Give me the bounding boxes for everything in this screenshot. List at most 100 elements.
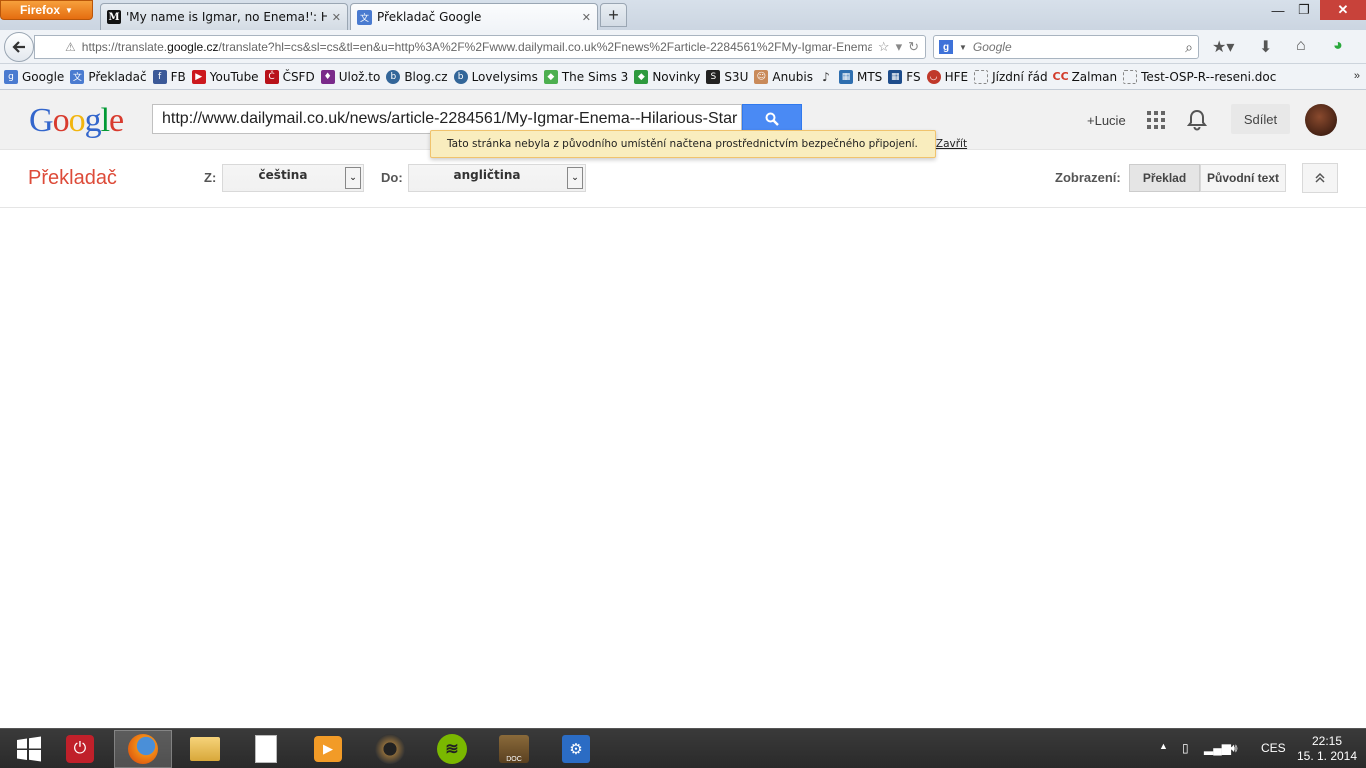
bookmark-test-doc[interactable]: Test-OSP-R--reseni.doc [1123,69,1276,84]
bookmarks-menu-icon[interactable]: ★▾ [1212,37,1234,57]
url-bar[interactable]: ⚠ https://translate.google.cz/translate?… [34,35,926,59]
search-input[interactable] [972,40,1180,54]
from-language-select[interactable]: čeština ⌄ [222,164,364,192]
bookmark-ulozto[interactable]: ♦ Ulož.to [320,69,380,84]
tab-title: 'My name is Igmar, no Enema!': Hilari... [126,10,327,24]
shutdown-app[interactable]: ⏻ [51,730,109,768]
to-language-value: angličtina [453,168,521,182]
tab-dailymail[interactable]: M 'My name is Igmar, no Enema!': Hilari.… [100,3,348,30]
product-title[interactable]: Překladač [28,167,117,190]
spotify-icon: ≋ [437,734,467,764]
from-language-value: čeština [258,168,308,182]
minimize-icon[interactable]: — [1268,0,1288,20]
bookmark-lovelysims[interactable]: b Lovelysims [453,69,538,84]
avatar[interactable] [1305,104,1337,136]
url-text[interactable]: https://translate.google.cz/translate?hl… [82,40,872,54]
bookmark-jizdni-rad[interactable]: Jízdní řád [974,69,1048,84]
search-bar[interactable]: g ▼ ⌕ [933,35,1199,59]
explorer-app[interactable] [176,730,234,768]
document-icon [255,735,277,763]
bookmark-novinky[interactable]: ◆ Novinky [634,69,700,84]
bookmark-mts[interactable]: ▦ MTS [838,69,882,84]
show-hidden-icons-icon[interactable]: ▲ [1159,741,1168,751]
bookmark-music[interactable]: ♪ [819,70,833,84]
chevron-down-icon[interactable]: ⌄ [345,167,361,189]
translated-page-frame[interactable] [0,209,1366,728]
chevron-down-icon[interactable]: ⌄ [567,167,583,189]
tab-title: Překladač Google [377,10,482,24]
bookmark-google[interactable]: g Google [4,69,64,84]
more-bookmarks-icon[interactable]: » [1354,70,1360,82]
bookmark-blog[interactable]: b Blog.cz [386,69,448,84]
speaker-app[interactable] [361,730,419,768]
windows-logo-icon [17,736,41,762]
bookmark-hfe[interactable]: ◡ HFE [926,69,968,84]
bookmark-zalman[interactable]: CC Zalman [1052,70,1118,84]
network-signal-icon[interactable]: ▂▄▆ [1204,741,1231,755]
collapse-button[interactable] [1302,163,1338,193]
google-icon[interactable]: g [939,40,953,54]
bookmark-csfd[interactable]: Č ČSFD [264,69,315,84]
document-app[interactable] [237,730,295,768]
reload-icon[interactable]: ↻ [908,39,919,55]
from-label: Z: [204,170,217,185]
lovelysims-icon: b [453,69,468,84]
addon-icon[interactable]: ◕ [1333,37,1343,55]
bookmark-sims3[interactable]: ◆ The Sims 3 [543,69,628,84]
spotify-app[interactable]: ≋ [423,730,481,768]
tab-google-translate[interactable]: 文 Překladač Google ✕ [350,3,598,30]
firefox-icon [128,734,158,764]
firefox-app[interactable] [114,730,172,768]
google-logo[interactable]: Google [29,102,124,140]
bookmark-fb[interactable]: f FB [152,69,186,84]
bookmark-fs[interactable]: ▦ FS [888,69,921,84]
firefox-menu-button[interactable]: Firefox ▼ [0,0,93,20]
warning-triangle-icon[interactable]: ⚠ [65,40,76,54]
history-dropdown-icon[interactable]: ▾ [896,39,903,55]
new-tab-button[interactable]: + [600,3,627,27]
bookmark-anubis[interactable]: ☺ Anubis [754,69,813,84]
system-clock[interactable]: 22:15 15. 1. 2014 [1296,734,1358,764]
view-original-button[interactable]: Původní text [1200,164,1286,192]
to-language-select[interactable]: angličtina ⌄ [408,164,586,192]
translate-toolbar: Překladač Z: čeština ⌄ Do: angličtina ⌄ … [0,150,1366,208]
firefox-menu-label: Firefox [20,3,61,17]
settings-app[interactable]: ⚙ [547,730,605,768]
window-close-button[interactable]: ✕ [1320,0,1366,20]
chevron-up-double-icon [1315,172,1325,183]
cc-icon: CC [1052,70,1069,83]
notice-close-link[interactable]: Zavřít [936,138,967,150]
google-icon: g [4,69,18,84]
chevron-down-icon[interactable]: ▼ [959,43,967,52]
page-icon [974,69,989,84]
play-icon: ▶ [314,736,342,762]
share-button[interactable]: Sdílet [1231,104,1290,134]
media-player-app[interactable]: ▶ [299,730,357,768]
doc-app[interactable]: DOC [485,730,543,768]
notifications-bell-icon[interactable] [1186,109,1208,134]
bookmark-s3u[interactable]: S S3U [706,69,748,84]
downloads-icon[interactable]: ⬇ [1259,37,1272,57]
back-arrow-icon [12,41,25,53]
bookmark-prekladac[interactable]: 文 Překladač [70,69,147,84]
navigation-toolbar: ⚠ https://translate.google.cz/translate?… [0,30,1366,64]
start-button[interactable] [0,730,58,768]
device-icon[interactable]: ▯ [1182,741,1189,755]
youtube-icon: ▶ [191,69,206,84]
close-icon[interactable]: ✕ [332,11,341,24]
plumbob-icon: ◆ [543,69,558,84]
volume-icon[interactable]: 🔊︎ [1230,741,1238,756]
bookmark-star-icon[interactable]: ☆ [878,39,890,55]
insecure-load-notice: Tato stránka nebyla z původního umístění… [430,130,967,158]
view-translation-button[interactable]: Překlad [1129,164,1200,192]
restore-icon[interactable]: ❐ [1294,0,1314,20]
bookmark-youtube[interactable]: ▶ YouTube [191,69,259,84]
apps-grid-icon[interactable] [1147,111,1165,129]
back-button[interactable] [4,32,34,62]
user-link[interactable]: +Lucie [1087,113,1126,128]
home-icon[interactable]: ⌂ [1296,37,1306,55]
search-icon[interactable]: ⌕ [1185,39,1193,56]
language-indicator[interactable]: CES [1261,741,1286,755]
page-icon [1123,69,1138,84]
close-icon[interactable]: ✕ [582,11,591,24]
